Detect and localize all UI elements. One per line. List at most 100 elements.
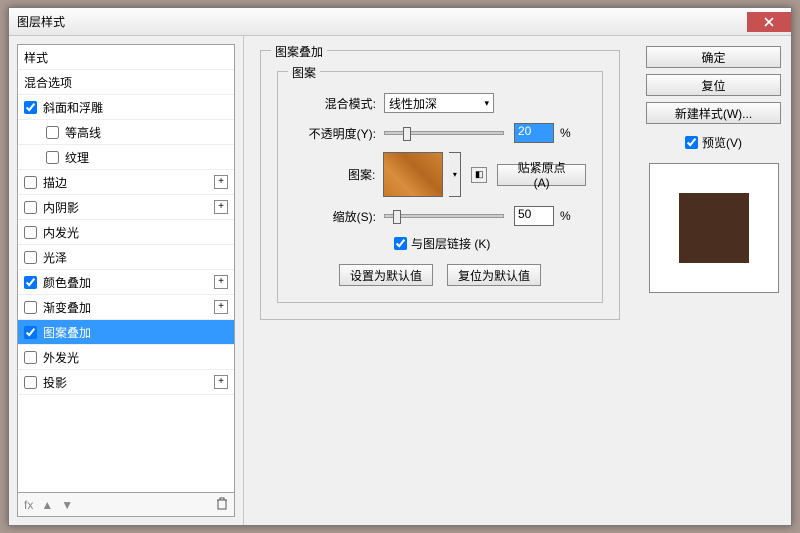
style-checkbox[interactable]: [24, 201, 37, 214]
style-item-label: 颜色叠加: [43, 274, 91, 291]
style-checkbox[interactable]: [46, 126, 59, 139]
add-effect-icon[interactable]: +: [214, 375, 228, 389]
style-item-8[interactable]: 光泽: [18, 245, 234, 270]
close-button[interactable]: [747, 12, 791, 32]
style-checkbox[interactable]: [24, 301, 37, 314]
set-default-button[interactable]: 设置为默认值: [339, 264, 433, 286]
window-title: 图层样式: [17, 13, 65, 30]
style-item-4[interactable]: 纹理: [18, 145, 234, 170]
style-item-label: 光泽: [43, 249, 67, 266]
style-item-2[interactable]: 斜面和浮雕: [18, 95, 234, 120]
style-item-label: 内阴影: [43, 199, 79, 216]
add-effect-icon[interactable]: +: [214, 300, 228, 314]
preview-swatch: [679, 193, 749, 263]
link-label: 与图层链接 (K): [411, 235, 490, 252]
pattern-group: 图案 混合模式: 线性加深 ▾ 不透明度(Y): 20 %: [277, 71, 603, 303]
blend-mode-value: 线性加深: [389, 95, 437, 112]
style-item-label: 投影: [43, 374, 67, 391]
add-effect-icon[interactable]: +: [214, 275, 228, 289]
style-item-6[interactable]: 内阴影 +: [18, 195, 234, 220]
layer-style-dialog: 图层样式 样式混合选项斜面和浮雕等高线纹理描边+内阴影+内发光光泽颜色叠加+渐变…: [8, 7, 792, 526]
titlebar-buttons: [747, 12, 791, 32]
style-checkbox[interactable]: [46, 151, 59, 164]
snap-origin-button[interactable]: 贴紧原点 (A): [497, 164, 586, 186]
arrow-up-icon[interactable]: ▲: [41, 498, 53, 512]
style-checkbox[interactable]: [24, 176, 37, 189]
style-item-label: 混合选项: [24, 74, 72, 91]
style-item-label: 内发光: [43, 224, 79, 241]
pattern-thumbnail: [383, 152, 443, 197]
new-style-button[interactable]: 新建样式(W)...: [646, 102, 781, 124]
opacity-row: 不透明度(Y): 20 %: [294, 122, 586, 144]
fx-label[interactable]: fx: [24, 498, 33, 512]
preview-box: [649, 163, 779, 293]
style-checkbox[interactable]: [24, 351, 37, 364]
style-item-12[interactable]: 外发光: [18, 345, 234, 370]
style-item-11[interactable]: 图案叠加: [18, 320, 234, 345]
style-checkbox[interactable]: [24, 101, 37, 114]
dialog-body: 样式混合选项斜面和浮雕等高线纹理描边 + 内阴影 + 内发光光泽颜色叠加 + 渐变叠加 + 图案…: [9, 36, 791, 525]
dropdown-arrow-icon: ▾: [484, 98, 489, 109]
style-checkbox[interactable]: [24, 226, 37, 239]
preview-label: 预览(V): [702, 134, 742, 151]
style-item-label: 等高线: [65, 124, 101, 141]
style-item-label: 渐变叠加: [43, 299, 91, 316]
scale-slider[interactable]: [384, 214, 504, 218]
panel-title: 图案叠加: [271, 43, 327, 60]
style-item-10[interactable]: 渐变叠加 +: [18, 295, 234, 320]
scale-input[interactable]: 50: [514, 206, 554, 226]
style-item-3[interactable]: 等高线: [18, 120, 234, 145]
blend-mode-select[interactable]: 线性加深 ▾: [384, 93, 494, 113]
default-buttons-row: 设置为默认值 复位为默认值: [294, 264, 586, 286]
add-effect-icon[interactable]: +: [214, 175, 228, 189]
scale-row: 缩放(S): 50 %: [294, 205, 586, 227]
add-effect-icon[interactable]: +: [214, 200, 228, 214]
preview-check-row: 预览(V): [646, 134, 781, 151]
scale-label: 缩放(S):: [294, 208, 384, 225]
new-pattern-icon[interactable]: ◧: [471, 167, 487, 183]
style-item-5[interactable]: 描边 +: [18, 170, 234, 195]
right-panel: 确定 复位 新建样式(W)... 预览(V): [636, 36, 791, 525]
style-item-label: 外发光: [43, 349, 79, 366]
style-item-9[interactable]: 颜色叠加 +: [18, 270, 234, 295]
style-item-0[interactable]: 样式: [18, 45, 234, 70]
slider-thumb[interactable]: [393, 210, 401, 224]
style-item-label: 描边: [43, 174, 67, 191]
style-item-label: 图案叠加: [43, 324, 91, 341]
reset-button[interactable]: 复位: [646, 74, 781, 96]
style-list-footer: fx ▲ ▼: [17, 493, 235, 517]
sidebar: 样式混合选项斜面和浮雕等高线纹理描边 + 内阴影 + 内发光光泽颜色叠加 + 渐变叠加 + 图案…: [9, 36, 244, 525]
titlebar[interactable]: 图层样式: [9, 8, 791, 36]
opacity-input[interactable]: 20: [514, 123, 554, 143]
slider-thumb[interactable]: [403, 127, 411, 141]
style-list[interactable]: 样式混合选项斜面和浮雕等高线纹理描边 + 内阴影 + 内发光光泽颜色叠加 + 渐变叠加 + 图案…: [17, 44, 235, 493]
ok-button[interactable]: 确定: [646, 46, 781, 68]
arrow-down-icon[interactable]: ▼: [61, 498, 73, 512]
style-item-1[interactable]: 混合选项: [18, 70, 234, 95]
pattern-row: 图案: ▾ ◧ 贴紧原点 (A): [294, 152, 586, 197]
pattern-swatch[interactable]: ▾: [383, 152, 461, 197]
percent-unit: %: [560, 126, 571, 140]
trash-icon[interactable]: [216, 497, 228, 513]
pattern-label: 图案:: [294, 166, 383, 183]
pattern-overlay-group: 图案叠加 图案 混合模式: 线性加深 ▾ 不透明度(Y): 20: [260, 50, 620, 320]
style-checkbox[interactable]: [24, 376, 37, 389]
style-item-13[interactable]: 投影 +: [18, 370, 234, 395]
reset-default-button[interactable]: 复位为默认值: [447, 264, 541, 286]
link-checkbox[interactable]: [394, 237, 407, 250]
style-checkbox[interactable]: [24, 251, 37, 264]
pattern-dropdown-arrow[interactable]: ▾: [449, 152, 461, 197]
style-checkbox[interactable]: [24, 326, 37, 339]
style-item-label: 斜面和浮雕: [43, 99, 103, 116]
center-panel: 图案叠加 图案 混合模式: 线性加深 ▾ 不透明度(Y): 20: [244, 36, 636, 525]
blend-mode-row: 混合模式: 线性加深 ▾: [294, 92, 586, 114]
blend-mode-label: 混合模式:: [294, 95, 384, 112]
style-item-label: 样式: [24, 49, 48, 66]
style-item-7[interactable]: 内发光: [18, 220, 234, 245]
style-item-label: 纹理: [65, 149, 89, 166]
preview-checkbox[interactable]: [685, 136, 698, 149]
close-icon: [764, 17, 774, 27]
group-title: 图案: [288, 64, 320, 81]
opacity-slider[interactable]: [384, 131, 504, 135]
style-checkbox[interactable]: [24, 276, 37, 289]
